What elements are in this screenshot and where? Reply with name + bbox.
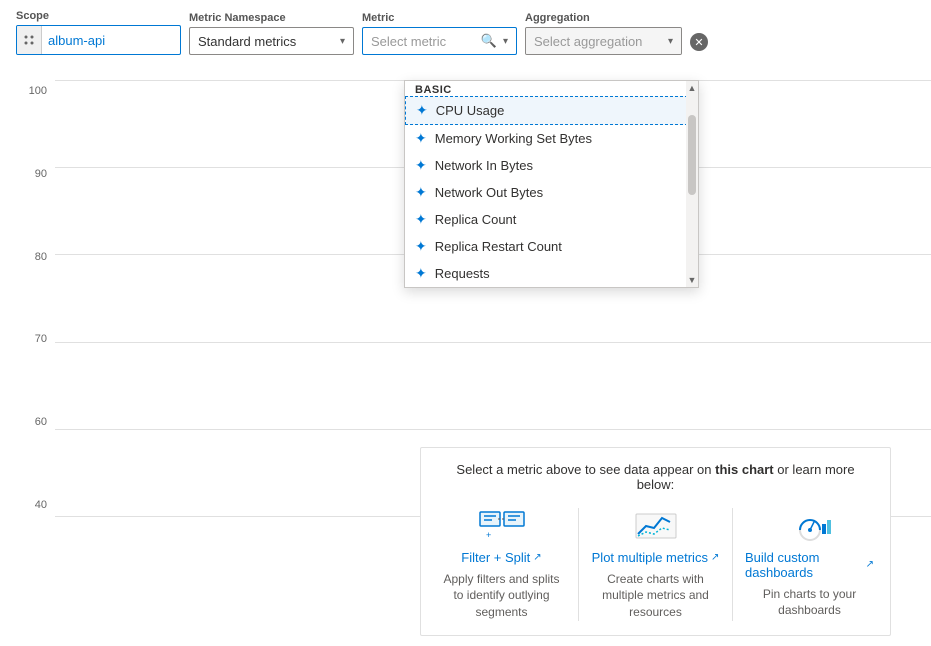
filter-split-label: Filter + Split — [461, 550, 530, 565]
filter-split-external-icon: ↗ — [533, 552, 541, 563]
dropdown-section-label: BASIC — [405, 78, 462, 100]
metric-requests-icon: ✦ — [415, 265, 427, 282]
dropdown-item-label-memory: Memory Working Set Bytes — [435, 131, 592, 146]
info-card: Select a metric above to see data appear… — [420, 447, 891, 636]
plot-metrics-icon — [632, 508, 680, 544]
filter-split-icon: + — [478, 508, 526, 544]
plot-metrics-label: Plot multiple metrics — [592, 550, 708, 565]
metric-chevron-icon: ▾ — [503, 36, 508, 47]
dropdown-item-network-out[interactable]: ✦ Network Out Bytes — [405, 179, 698, 206]
plot-metrics-external-icon: ↗ — [711, 552, 719, 563]
plot-metrics-desc: Create charts with multiple metrics and … — [591, 571, 720, 621]
custom-dashboard-icon — [786, 508, 834, 544]
dropdown-item-label-networkout: Network Out Bytes — [435, 185, 543, 200]
info-title-bold: this chart — [715, 462, 774, 477]
dropdown-item-label-replicarestart: Replica Restart Count — [435, 239, 562, 254]
info-title-prefix: Select a metric above to see data appear… — [456, 462, 715, 477]
scroll-up-arrow[interactable]: ▲ — [686, 81, 698, 95]
metric-namespace-label: Metric Namespace — [189, 12, 354, 24]
custom-dashboard-desc: Pin charts to your dashboards — [745, 586, 874, 620]
metric-namespace-value: Standard metrics — [198, 34, 296, 49]
aggregation-dropdown[interactable]: Select aggregation ▾ — [526, 28, 681, 54]
y-label-90: 90 — [0, 168, 55, 180]
scope-field: Scope — [16, 10, 181, 55]
plot-metrics-link[interactable]: Plot multiple metrics ↗ — [592, 550, 720, 565]
dropdown-item-network-in[interactable]: ✦ Network In Bytes — [405, 152, 698, 179]
info-features: + Filter + Split ↗ Apply filters and spl… — [437, 508, 874, 621]
dropdown-item-label-replicacount: Replica Count — [435, 212, 517, 227]
scope-input[interactable] — [42, 29, 181, 52]
metric-namespace-dropdown[interactable]: Standard metrics ▾ — [189, 27, 354, 55]
dropdown-item-memory[interactable]: ✦ Memory Working Set Bytes — [405, 125, 698, 152]
dropdown-item-label-cpu: CPU Usage — [436, 103, 505, 118]
custom-dashboard-svg — [786, 508, 834, 544]
y-label-60: 60 — [0, 416, 55, 428]
aggregation-chevron-icon: ▾ — [668, 36, 673, 47]
info-feature-plot: Plot multiple metrics ↗ Create charts wi… — [591, 508, 720, 621]
search-icon: 🔍 — [481, 33, 497, 49]
filter-split-link[interactable]: Filter + Split ↗ — [461, 550, 541, 565]
metric-replicacount-icon: ✦ — [415, 211, 427, 228]
dropdown-item-label-networkin: Network In Bytes — [435, 158, 533, 173]
metric-networkout-icon: ✦ — [415, 184, 427, 201]
scope-dots-icon — [23, 34, 35, 46]
metric-label: Metric — [362, 12, 517, 24]
metric-field: Metric Select metric 🔍 ▾ — [362, 12, 517, 55]
scope-icon — [17, 26, 42, 54]
dropdown-item-cpu-usage[interactable]: ✦ CPU Usage — [405, 96, 698, 125]
y-label-70: 70 — [0, 333, 55, 345]
y-label-80: 80 — [0, 251, 55, 263]
y-label-40: 40 — [0, 499, 55, 511]
aggregation-placeholder: Select aggregation — [534, 34, 642, 49]
custom-dashboard-label: Build custom dashboards — [745, 550, 863, 580]
info-feature-dashboard: Build custom dashboards ↗ Pin charts to … — [745, 508, 874, 621]
separator-2 — [732, 508, 733, 621]
metric-dropdown[interactable]: Select metric 🔍 ▾ — [362, 27, 517, 55]
grid-line-4 — [55, 429, 931, 430]
metric-placeholder: Select metric — [371, 34, 446, 49]
metric-cpu-icon: ✦ — [416, 102, 428, 119]
dropdown-item-label-requests: Requests — [435, 266, 490, 281]
metric-networkin-icon: ✦ — [415, 157, 427, 174]
grid-line-3 — [55, 342, 931, 343]
scroll-down-arrow[interactable]: ▼ — [686, 273, 698, 287]
info-card-title: Select a metric above to see data appear… — [437, 462, 874, 492]
scrollbar-thumb[interactable] — [688, 115, 696, 195]
aggregation-field: Aggregation Select aggregation ▾ — [525, 12, 682, 55]
y-label-100: 100 — [0, 85, 55, 97]
filter-split-desc: Apply filters and splits to identify out… — [437, 571, 566, 621]
dropdown-item-replica-restart[interactable]: ✦ Replica Restart Count — [405, 233, 698, 260]
separator-1 — [578, 508, 579, 621]
close-button[interactable]: ✕ — [690, 33, 708, 51]
metric-memory-icon: ✦ — [415, 130, 427, 147]
y-axis: 100 90 80 70 60 40 — [0, 80, 55, 516]
dropdown-scrollbar[interactable]: ▲ ▼ — [686, 81, 698, 287]
dropdown-item-replica-count[interactable]: ✦ Replica Count — [405, 206, 698, 233]
filter-split-svg: + — [478, 508, 526, 544]
scope-label: Scope — [16, 10, 181, 22]
svg-text:+: + — [486, 530, 491, 540]
custom-dashboard-link[interactable]: Build custom dashboards ↗ — [745, 550, 874, 580]
chevron-down-icon: ▾ — [340, 36, 345, 47]
metric-namespace-field: Metric Namespace Standard metrics ▾ — [189, 12, 354, 55]
metric-dropdown-popup: BASIC ✦ CPU Usage ✦ Memory Working Set B… — [404, 80, 699, 288]
aggregation-label: Aggregation — [525, 12, 682, 24]
metric-replicarestart-icon: ✦ — [415, 238, 427, 255]
dropdown-item-requests[interactable]: ✦ Requests — [405, 260, 698, 287]
info-feature-filter: + Filter + Split ↗ Apply filters and spl… — [437, 508, 566, 621]
custom-dashboard-external-icon: ↗ — [866, 559, 874, 570]
toolbar: Scope Metric Namespace Standard metrics … — [0, 0, 931, 55]
plot-metrics-svg — [632, 508, 680, 544]
scope-input-wrapper — [16, 25, 181, 55]
